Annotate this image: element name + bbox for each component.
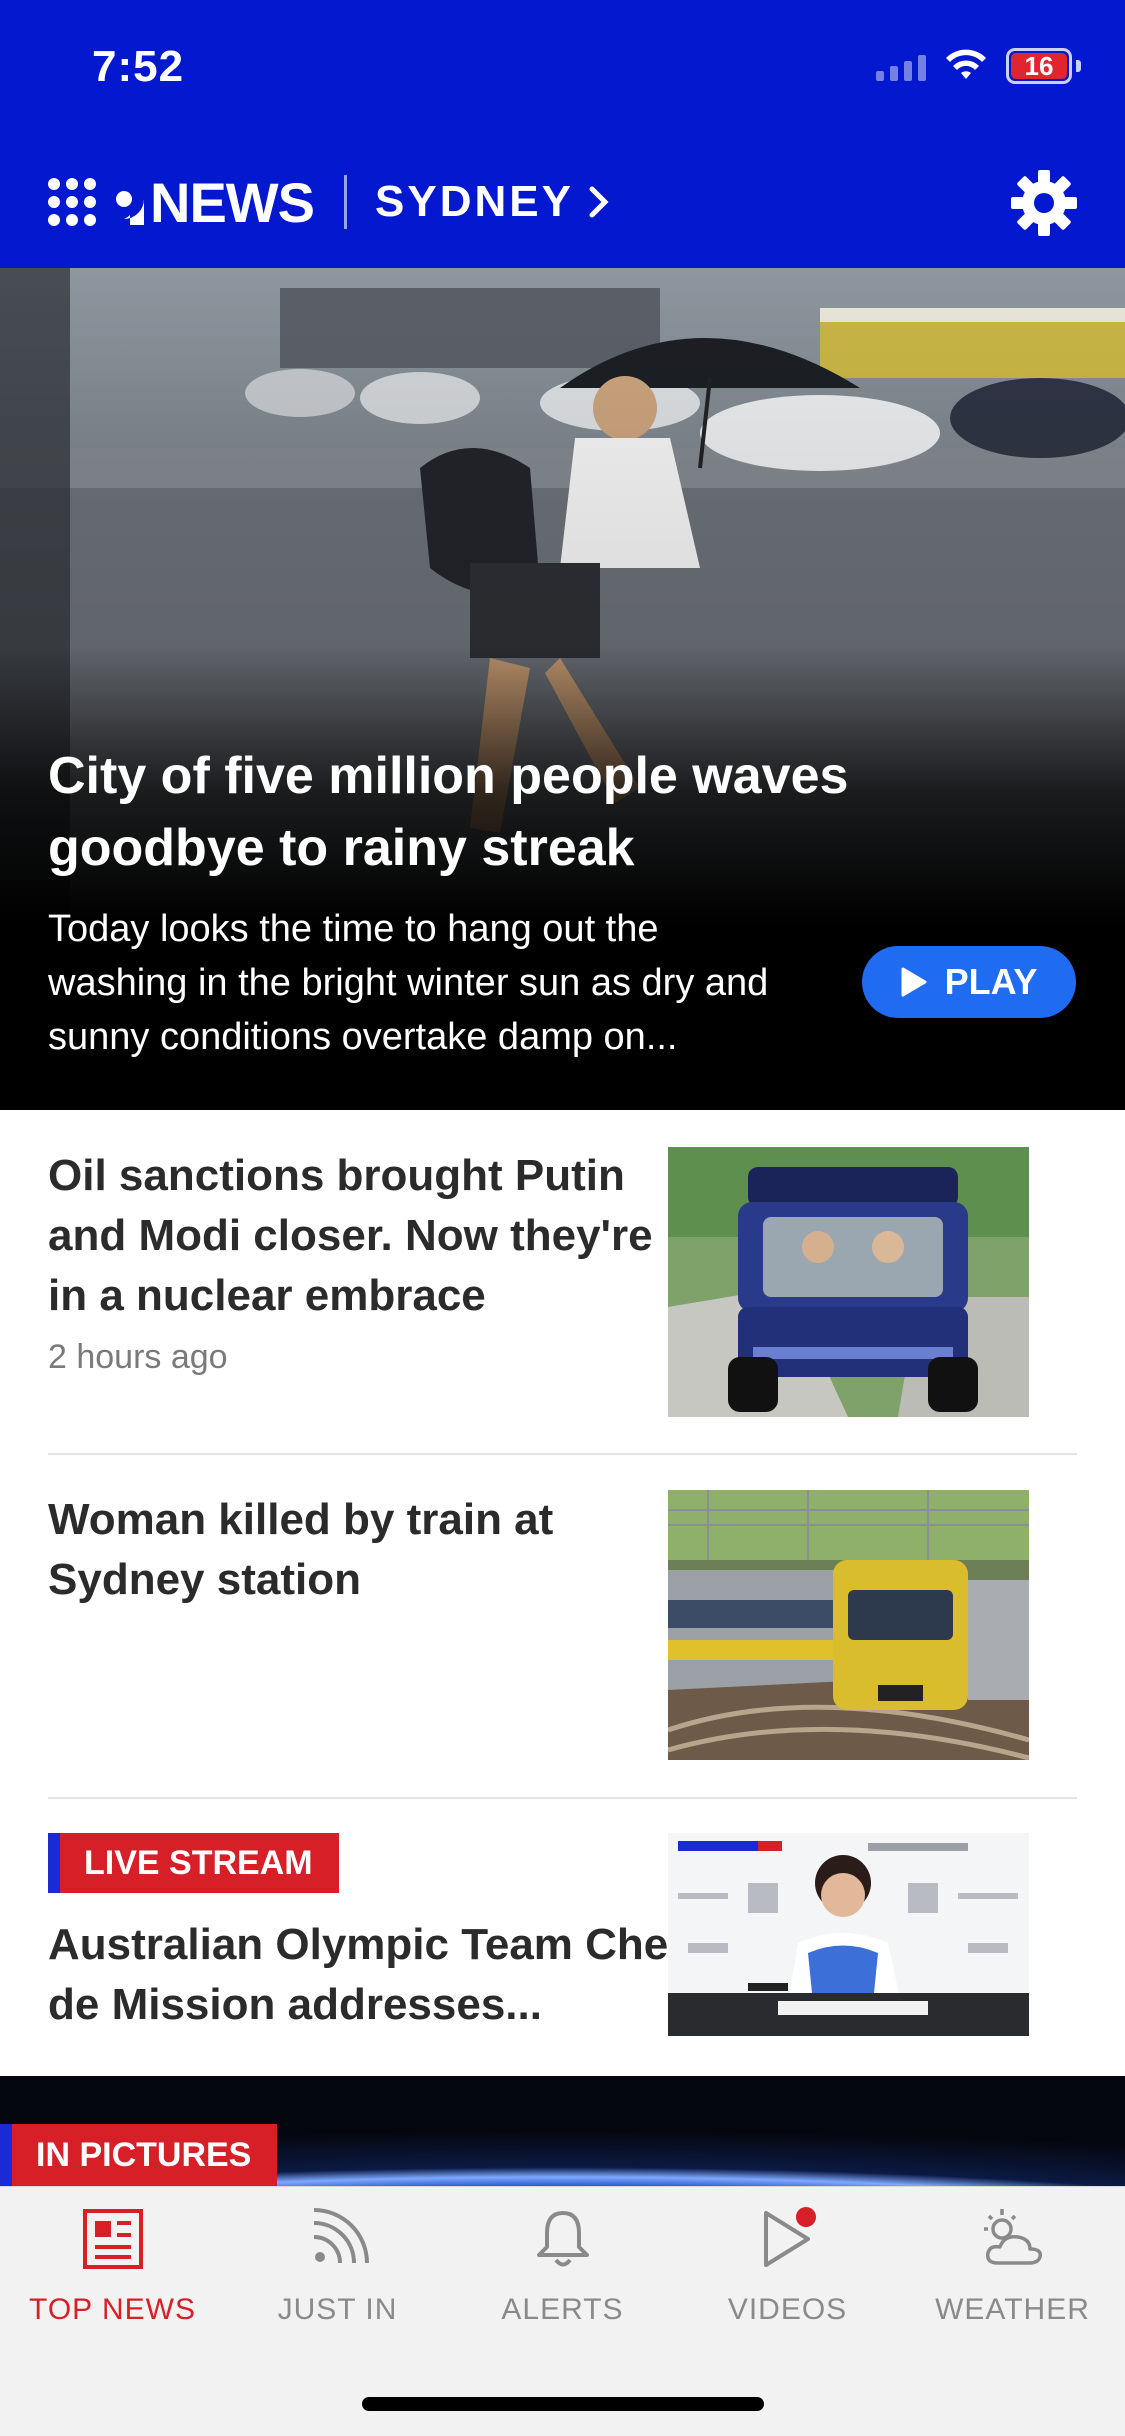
list-divider (48, 1453, 1077, 1455)
brand-divider (344, 175, 347, 229)
story-headline[interactable]: Woman killed by train at Sydney station (48, 1490, 688, 1610)
video-play-icon (763, 2207, 816, 2267)
nine-logo-icon (104, 179, 144, 225)
play-label: PLAY (944, 961, 1038, 1002)
hero-headline[interactable]: City of five million people waves goodby… (48, 740, 1028, 884)
battery-level: 16 (1011, 53, 1067, 79)
tab-label: WEATHER (935, 2293, 1090, 2326)
status-icons: 16 (876, 48, 1081, 84)
hero-story[interactable]: City of five million people waves goodby… (0, 268, 1125, 1110)
play-icon (901, 967, 927, 997)
list-divider (48, 1797, 1077, 1799)
tab-label: ALERTS (501, 2293, 624, 2326)
story-thumbnail[interactable] (668, 1147, 1029, 1417)
story-headline[interactable]: Oil sanctions brought Putin and Modi clo… (48, 1146, 688, 1326)
hero-summary: Today looks the time to hang out the was… (48, 908, 769, 1058)
brand-name: NEWS (150, 170, 315, 234)
cellular-signal-icon (876, 51, 926, 81)
brand-logo[interactable]: NEWS SYDNEY (48, 170, 610, 234)
tab-weather[interactable]: WEATHER (900, 2207, 1125, 2327)
home-indicator (362, 2397, 764, 2411)
wifi-icon (946, 49, 986, 79)
newspaper-icon (82, 2209, 143, 2269)
story-headline[interactable]: Australian Olympic Team Chef de Mission … (48, 1915, 688, 2035)
tab-just-in[interactable]: JUST IN (225, 2207, 450, 2327)
nine-dots-icon (48, 178, 96, 226)
bell-icon (536, 2211, 589, 2267)
tab-videos[interactable]: VIDEOS (675, 2207, 900, 2327)
in-pictures-badge: IN PICTURES (0, 2124, 278, 2186)
location-selector[interactable]: SYDNEY (375, 177, 610, 227)
app-header: 7:52 16 NEWS SYDNEY (0, 0, 1125, 268)
sun-cloud-icon (983, 2209, 1042, 2265)
story-thumbnail[interactable] (668, 1490, 1029, 1760)
chevron-right-icon (589, 186, 609, 218)
play-button[interactable]: PLAY (862, 946, 1076, 1018)
tab-label: JUST IN (277, 2293, 398, 2326)
live-stream-badge: LIVE STREAM (48, 1833, 339, 1893)
location-label: SYDNEY (375, 177, 574, 226)
gear-icon[interactable] (1009, 168, 1079, 238)
battery-icon: 16 (1006, 48, 1081, 84)
tab-top-news[interactable]: TOP NEWS (0, 2207, 225, 2327)
tab-alerts[interactable]: ALERTS (450, 2207, 675, 2327)
rss-icon (313, 2208, 369, 2264)
in-pictures-section[interactable]: IN PICTURES (0, 2076, 1125, 2186)
story-thumbnail[interactable] (668, 1833, 1029, 2036)
tab-label: VIDEOS (727, 2293, 848, 2326)
status-time: 7:52 (92, 42, 185, 91)
tab-label: TOP NEWS (29, 2293, 196, 2326)
